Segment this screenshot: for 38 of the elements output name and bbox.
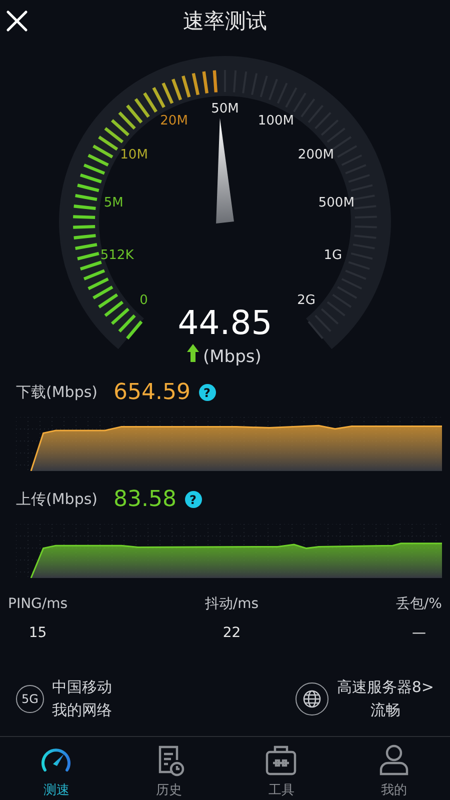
result-value: 83.58 [114, 486, 176, 514]
stat-value: — [412, 624, 426, 643]
result-value: 654.59 [114, 379, 190, 407]
result-label: 上传(Mbps) [16, 489, 98, 510]
scale-label: 100M [258, 114, 294, 129]
network-text: 中国移动 [52, 677, 112, 698]
scale-label: 200M [298, 148, 334, 162]
result-label: 下载(Mbps) [16, 382, 98, 404]
scale-label: 20M [160, 114, 188, 129]
unit-label: (Mbps) [203, 347, 262, 367]
scale-label: 5M [104, 196, 124, 211]
tab[interactable]: 我的 [362, 736, 426, 800]
network-type-icon: 5G [16, 685, 44, 713]
scale-label: 500M [318, 196, 354, 211]
network-text: 我的网络 [52, 700, 112, 721]
help-icon[interactable]: ? [184, 491, 202, 508]
scale-label: 2G [297, 293, 316, 308]
scale-label: 1G [324, 248, 342, 263]
close-icon[interactable] [6, 10, 28, 32]
stat-value: 22 [222, 624, 241, 643]
server-text[interactable]: 流畅 [370, 699, 400, 722]
server-text[interactable]: 高速服务器8> [336, 676, 434, 699]
globe-icon[interactable] [294, 682, 329, 716]
help-icon[interactable]: ? [198, 384, 216, 401]
scale-label: 10M [120, 148, 148, 162]
stat-label: 丢包/% [396, 595, 442, 614]
stat-label: 抖动/ms [204, 595, 259, 614]
upload-arrow-icon [187, 344, 199, 362]
speed-reading: 44.85 [178, 303, 272, 342]
stat-label: PING/ms [8, 595, 68, 614]
tab[interactable]: 历史 [136, 736, 201, 800]
scale-label: 0 [140, 293, 148, 308]
tab[interactable]: 工具 [249, 736, 314, 800]
stat-value: 15 [28, 624, 47, 643]
scale-label: 512K [100, 248, 134, 263]
scale-label: 50M [211, 102, 239, 117]
tab[interactable]: 测速 [24, 736, 88, 800]
page-title: 速率测试 [183, 8, 267, 36]
